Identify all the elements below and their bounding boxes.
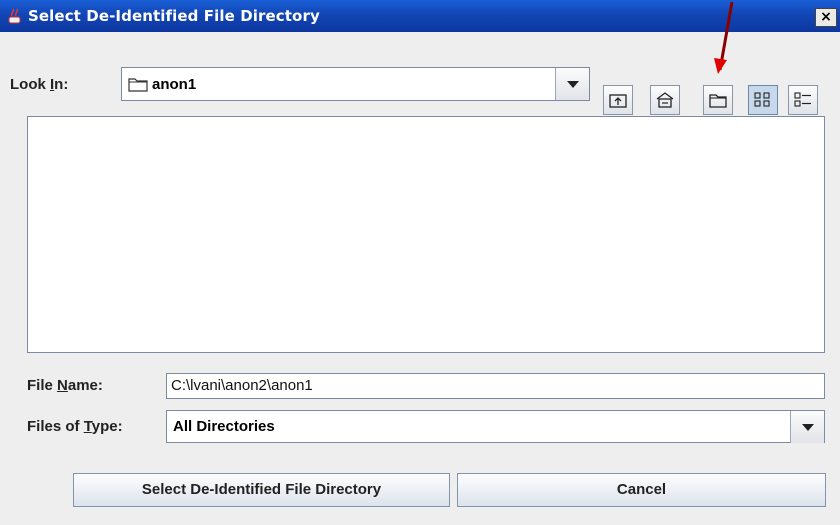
files-of-type-value: All Directories: [173, 418, 275, 435]
details-view-icon: [794, 92, 811, 107]
window-title: Select De-Identified File Directory: [28, 7, 320, 25]
select-directory-button[interactable]: Select De-Identified File Directory: [73, 473, 450, 507]
look-in-dropdown-button[interactable]: [555, 68, 589, 100]
home-icon: [656, 92, 674, 108]
files-of-type-dropdown-button[interactable]: [790, 411, 824, 443]
file-list[interactable]: [27, 116, 825, 353]
files-of-type-label: Files of Type:: [27, 418, 123, 435]
folder-icon: [128, 78, 148, 92]
list-view-icon: [754, 92, 770, 107]
look-in-label: Look In:: [10, 76, 69, 93]
close-button[interactable]: ×: [815, 8, 837, 27]
create-new-folder-button[interactable]: [703, 85, 733, 115]
file-name-input[interactable]: C:\lvani\anon2\anon1: [166, 373, 825, 399]
cancel-button[interactable]: Cancel: [457, 473, 826, 507]
look-in-combo[interactable]: anon1: [121, 67, 590, 101]
close-icon: ×: [820, 9, 832, 25]
chevron-down-icon: [567, 81, 579, 88]
file-name-label: File Name:: [27, 377, 103, 394]
up-folder-icon: [609, 94, 627, 108]
home-button[interactable]: [650, 85, 680, 115]
up-one-level-button[interactable]: [603, 85, 633, 115]
files-of-type-combo[interactable]: All Directories: [166, 410, 825, 443]
title-bar: Select De-Identified File Directory ×: [0, 0, 840, 32]
list-view-button[interactable]: [748, 85, 778, 115]
details-view-button[interactable]: [788, 85, 818, 115]
new-folder-icon: [709, 94, 727, 108]
look-in-value: anon1: [152, 76, 197, 93]
java-cup-icon: [8, 8, 21, 24]
chevron-down-icon: [802, 424, 814, 431]
